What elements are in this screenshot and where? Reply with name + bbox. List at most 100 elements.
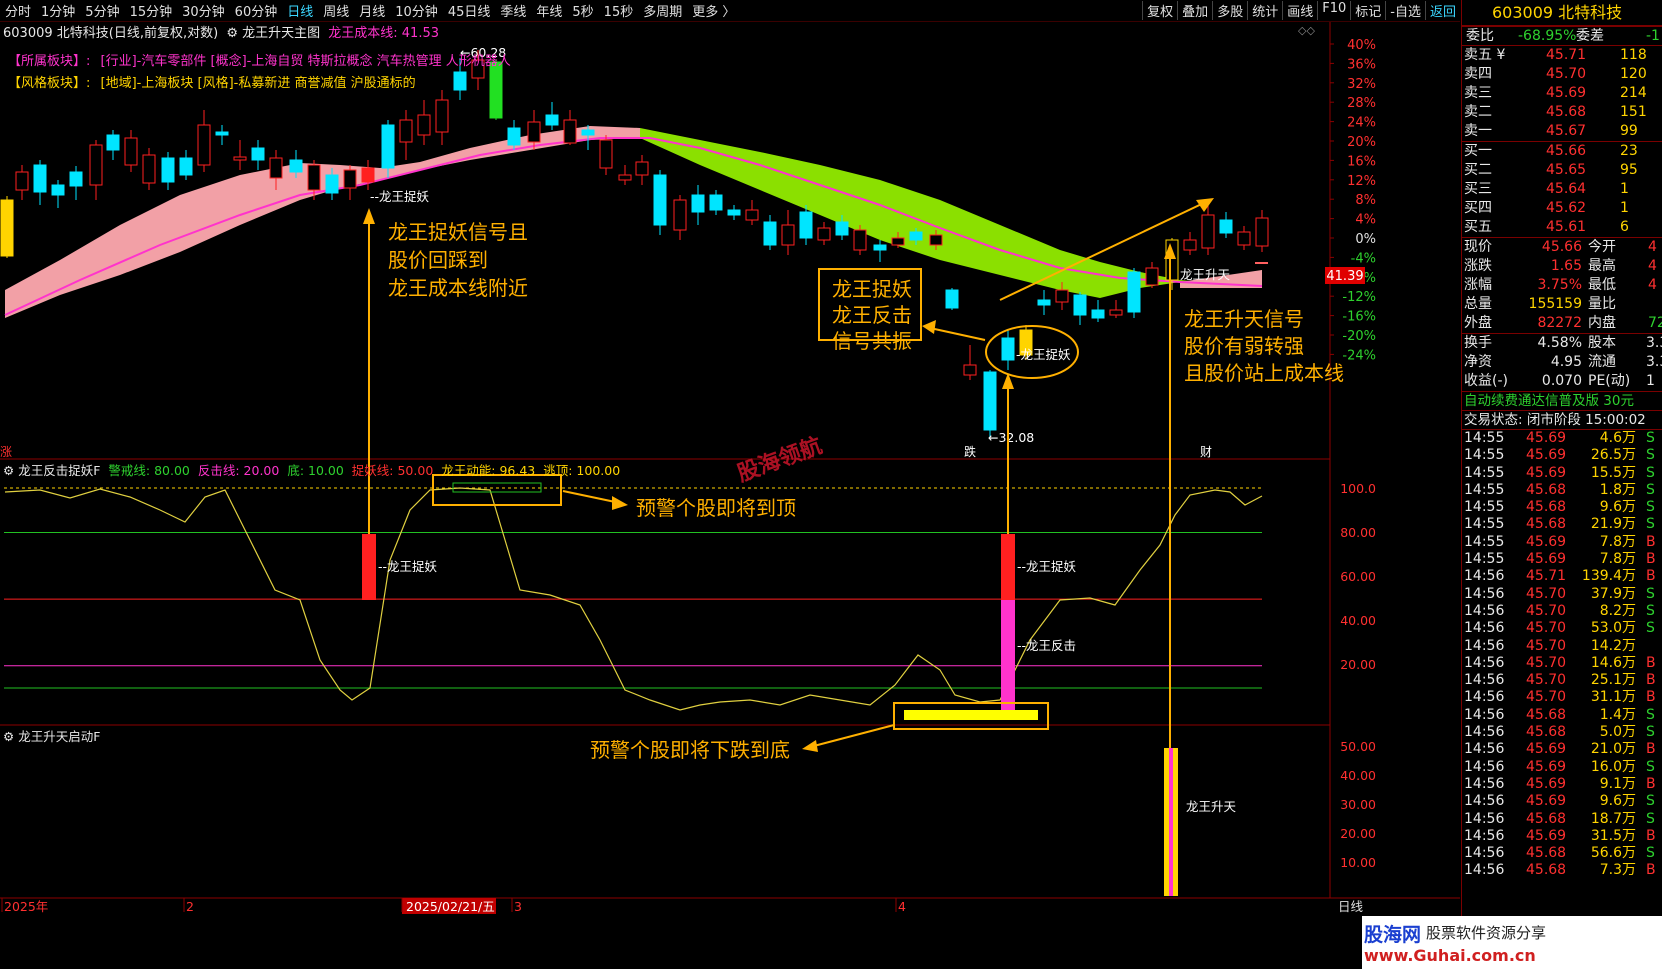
quote-stock-code[interactable]: 603009 北特科技	[1462, 0, 1662, 26]
candle-body	[1237, 231, 1251, 246]
toolbar-button[interactable]: 复权	[1142, 1, 1177, 20]
tick-row: 14:56 45.68 56.6万 S	[1462, 845, 1662, 862]
panel3-gear-icon[interactable]: ⚙	[3, 729, 14, 744]
style-row: 【风格板块】: [地域]-上海板块 [风格]-私募新进 商誉减值 沪股通标的	[8, 72, 416, 91]
timeframe-tab[interactable]: 多周期	[638, 1, 687, 20]
tick-volume: 26.5万	[1590, 447, 1636, 464]
signal-catch-label: --龙王捉妖	[370, 189, 430, 204]
tick-time: 14:56	[1464, 827, 1505, 844]
ask-row: 卖四 45.70 120	[1462, 65, 1662, 84]
period-toolbar: 分时 1分钟 5分钟 15分钟 30分钟 60分钟 日线 周线 月线 10分钟 45日线 季线 年线 5秒…	[0, 0, 1460, 22]
bid-label: 买四	[1464, 200, 1492, 216]
tick-side: S	[1646, 447, 1655, 464]
toolbar-button[interactable]: 画线	[1282, 1, 1317, 20]
candle-body	[691, 194, 705, 213]
toolbar-button[interactable]: 多股	[1212, 1, 1247, 20]
renew-notice[interactable]: 自动续费通达信普及版 30元	[1464, 392, 1634, 411]
candle-body	[599, 139, 613, 169]
candle-body	[435, 99, 449, 133]
tick-time: 14:55	[1464, 430, 1505, 446]
bid-volume: 95	[1620, 162, 1638, 178]
tick-time: 14:55	[1464, 516, 1505, 533]
tick-price: 45.70	[1526, 654, 1567, 671]
candle-body	[124, 137, 138, 166]
tick-time: 14:56	[1464, 706, 1505, 723]
toolbar-button[interactable]: -自选	[1385, 1, 1425, 20]
tick-side: S	[1646, 724, 1655, 741]
candle-body	[381, 124, 395, 169]
stat-label2: 最低	[1588, 277, 1616, 293]
timeframe-tab[interactable]: 60分钟	[230, 1, 283, 20]
timeframe-tab[interactable]: 5分钟	[80, 1, 124, 20]
tick-row: 14:56 45.68 1.4万 S	[1462, 707, 1662, 724]
style-label: 【风格板块】:	[8, 76, 91, 91]
timeframe-tab[interactable]: 日线	[282, 1, 318, 20]
timeframe-tab[interactable]: 1分钟	[36, 1, 80, 20]
candle-body	[983, 371, 997, 431]
timeframe-tab[interactable]: 分时	[0, 1, 36, 20]
panel3-name[interactable]: 龙王升天启动F	[18, 729, 100, 744]
candle-body	[507, 127, 521, 146]
tick-row: 14:56 45.68 7.3万 B	[1462, 862, 1662, 879]
panel2-y-label: 100.0	[1340, 481, 1376, 496]
stat2-label: 换手	[1464, 335, 1492, 351]
tick-time: 14:56	[1464, 672, 1505, 689]
toolbar-right: 复权 叠加 多股 统计 画线 F10 标记 -自选 返回	[1142, 1, 1460, 20]
tick-price: 45.71	[1526, 568, 1567, 585]
tick-row: 14:56 45.70 37.9万 S	[1462, 586, 1662, 603]
timeframe-tab[interactable]: 30分钟	[177, 1, 230, 20]
panel2-gear-icon[interactable]: ⚙	[3, 463, 14, 478]
tick-volume: 21.9万	[1590, 516, 1636, 533]
tick-list[interactable]: 14:55 45.69 4.6万 S 14:55 45.69 26.5万 S 14:55 45.6…	[1462, 429, 1662, 880]
panel2-counter-line: 反击线: 20.00	[197, 463, 280, 478]
candle-body	[1073, 294, 1087, 316]
candle-body	[1091, 309, 1105, 319]
bid-volume: 1	[1620, 181, 1629, 197]
tick-volume: 31.1万	[1590, 689, 1636, 706]
toolbar-button[interactable]: 统计	[1247, 1, 1282, 20]
tick-time: 14:55	[1464, 464, 1505, 481]
notice-row[interactable]: 自动续费通达信普及版 30元	[1462, 391, 1662, 410]
timeframe-tab[interactable]: 45日线	[443, 1, 496, 20]
tick-volume: 7.8万	[1599, 533, 1636, 550]
timeframe-tab[interactable]: 年线	[531, 1, 567, 20]
ask-price: 45.68	[1546, 104, 1587, 120]
candle-body	[399, 119, 413, 143]
candle-body	[745, 209, 759, 221]
tick-price: 45.70	[1526, 585, 1567, 602]
stat-label2: 最高	[1588, 258, 1616, 274]
toolbar-button[interactable]: 返回	[1424, 1, 1460, 20]
toolbar-button[interactable]: F10	[1317, 1, 1350, 20]
tick-side: S	[1646, 602, 1655, 619]
timeframe-tab[interactable]: 15秒	[599, 1, 639, 20]
signal-ascend-label: 龙王升天	[1180, 267, 1231, 282]
candle-body	[197, 124, 211, 166]
tick-row: 14:55 45.69 7.8万 B	[1462, 534, 1662, 551]
toolbar-button[interactable]: 标记	[1350, 1, 1385, 20]
timeframe-tab[interactable]: 季线	[495, 1, 531, 20]
stat-value2: 72	[1648, 315, 1662, 331]
bid-row: 买四 45.62 1	[1462, 199, 1662, 218]
tick-side: S	[1646, 481, 1655, 498]
timeframe-tab[interactable]: 5秒	[567, 1, 598, 20]
tick-side: B	[1646, 689, 1656, 706]
stat-label2: 今开	[1588, 239, 1616, 255]
ask-volume: 118	[1620, 47, 1647, 63]
timeframe-tab[interactable]: 15分钟	[125, 1, 178, 20]
x-axis-label: 2025年	[4, 899, 48, 914]
y-axis-pct-label: 32%	[1347, 77, 1376, 92]
timeframe-tab[interactable]: 周线	[318, 1, 354, 20]
toolbar-button[interactable]: 叠加	[1177, 1, 1212, 20]
candle-body	[51, 184, 65, 196]
panel2-y-label: 20.00	[1340, 657, 1376, 672]
timeframe-tab[interactable]: 月线	[354, 1, 390, 20]
tick-side: B	[1646, 775, 1656, 792]
indicator-title[interactable]: 龙王升天主图	[242, 26, 320, 41]
timeframe-tab[interactable]: 更多 〉	[687, 1, 740, 20]
tick-time: 14:56	[1464, 775, 1505, 792]
sector-label: 【所属板块】:	[8, 54, 91, 69]
timeframe-tab[interactable]: 10分钟	[390, 1, 443, 20]
arrow-head	[612, 496, 628, 510]
indicator-gear-icon[interactable]: ⚙	[226, 26, 238, 41]
panel2-name[interactable]: 龙王反击捉妖F	[18, 463, 100, 478]
